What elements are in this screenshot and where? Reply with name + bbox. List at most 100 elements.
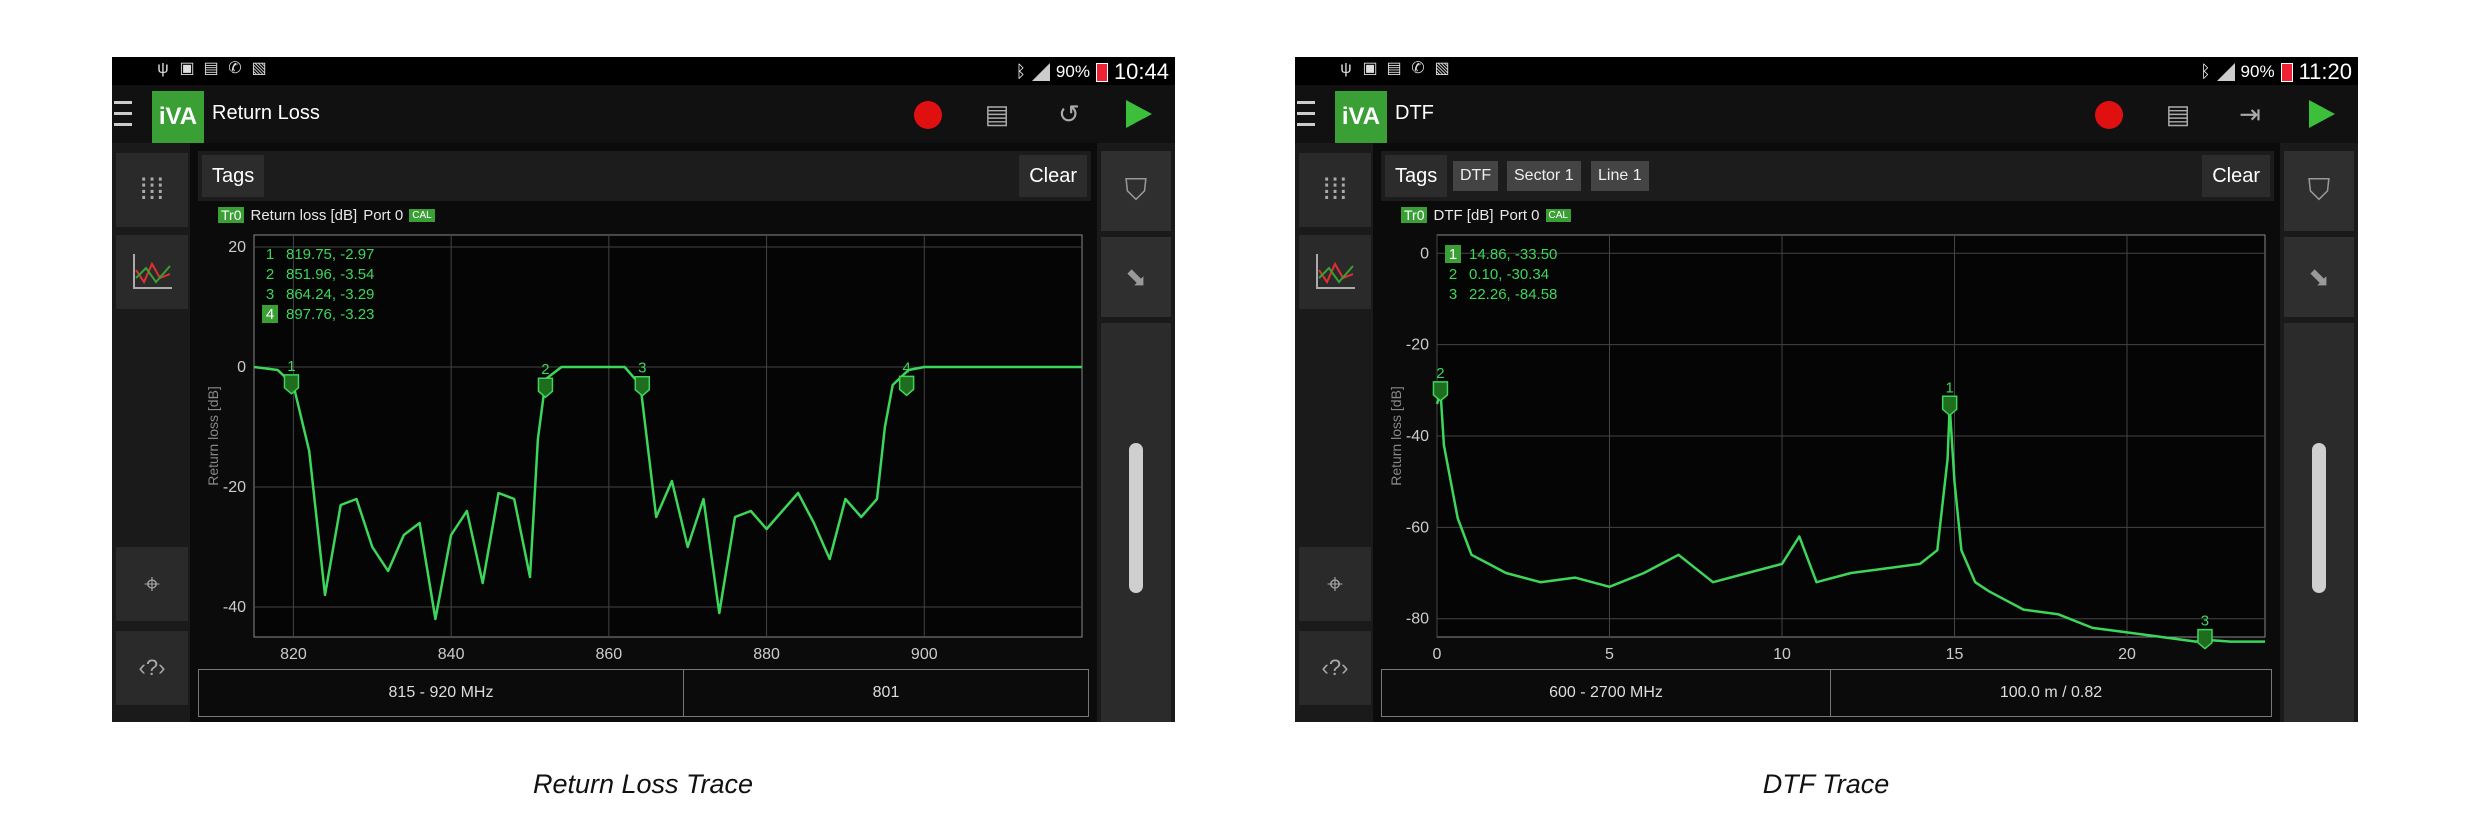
clear-button[interactable]: Clear (2202, 155, 2270, 197)
settings-bar: 815 - 920 MHz 801 (198, 669, 1089, 717)
marker-1-icon[interactable]: ⛉ (1101, 151, 1171, 231)
marker-move-icon[interactable]: ⬊ (2284, 237, 2354, 317)
plot-area[interactable]: 0 5 10 15 20 0 -20 -40 -60 -80 Return loss [dB] 1 2 3… (1377, 225, 2277, 665)
zoom-icon[interactable]: ⌖ (116, 547, 188, 621)
plot-frame (253, 234, 1083, 638)
status-bar: ψ ▣ ▤ ✆ ▧ ᛒ 90% 10:44 (112, 57, 1175, 85)
left-toolbar: ⁞⁞⁞ ⌖ ‹?› (112, 143, 190, 722)
frequency-range-button[interactable]: 815 - 920 MHz (199, 670, 684, 716)
trace-view-button[interactable] (1299, 235, 1371, 309)
marker-readout-number: 3 (1449, 286, 1457, 303)
zoom-icon[interactable]: ⌖ (1299, 547, 1371, 621)
page-title: Return Loss (212, 102, 320, 124)
y-tick-label: 20 (228, 239, 246, 256)
trace-id[interactable]: Tr0 (1401, 207, 1428, 223)
y-tick-label: -20 (223, 479, 246, 496)
distance-button[interactable]: 100.0 m / 0.82 (1831, 670, 2271, 716)
scroll-thumb[interactable] (2312, 443, 2326, 593)
x-tick-label: 15 (1946, 646, 1964, 663)
marker-readout-value: 22.26, -84.58 (1469, 286, 1557, 303)
marker-readout-value: 14.86, -33.50 (1469, 246, 1557, 263)
battery-icon (2280, 62, 2293, 82)
battery-icon (1095, 62, 1108, 82)
scrollbar[interactable] (1101, 323, 1171, 722)
port-label: Port 0 (363, 206, 404, 224)
marker-1-icon[interactable]: ⛉ (2284, 151, 2354, 231)
marker-readout-value: 897.76, -3.23 (286, 306, 374, 323)
marker-move-icon[interactable]: ⬊ (1101, 237, 1171, 317)
grid-menu-icon[interactable]: ⁞⁞⁞ (1299, 153, 1371, 227)
trace-description: Return loss [dB] (250, 206, 358, 224)
marker-label: 4 (902, 359, 910, 376)
points-button[interactable]: 801 (684, 670, 1088, 716)
signal-icon (2216, 63, 2235, 81)
x-tick-label: 10 (1773, 646, 1791, 663)
left-toolbar: ⁞⁞⁞ ⌖ ‹?› (1295, 143, 1373, 722)
scrollbar[interactable] (2284, 323, 2354, 722)
tags-button[interactable]: Tags (202, 155, 265, 197)
chart-icon (1316, 254, 1355, 289)
sd-card-icon: ▤ (1386, 60, 1402, 77)
marker-label: 2 (541, 361, 549, 378)
phone-icon: ✆ (1411, 60, 1425, 77)
record-icon[interactable] (914, 101, 942, 129)
usb-icon: ψ (157, 60, 169, 77)
x-tick-label: 0 (1433, 646, 1442, 663)
y-tick-label: -20 (1406, 337, 1429, 354)
play-icon[interactable] (1126, 100, 1152, 128)
battery-percent: 90% (2240, 62, 2275, 81)
menu-icon[interactable] (114, 101, 132, 127)
arrow-right-bar-icon[interactable]: ⇥ (2235, 99, 2265, 129)
x-tick-label: 860 (596, 646, 623, 663)
data-icon[interactable]: ▤ (982, 99, 1012, 129)
bluetooth-icon: ᛒ (1015, 62, 1026, 81)
right-toolbar: ⛉ ⬊ (2280, 143, 2358, 722)
marker-readout-number: 1 (266, 246, 274, 263)
menu-icon[interactable] (1297, 101, 1315, 127)
frequency-range-button[interactable]: 600 - 2700 MHz (1382, 670, 1831, 716)
history-icon[interactable]: ↺ (1054, 99, 1084, 129)
tag-chip-line[interactable]: Line 1 (1591, 161, 1649, 191)
usb-icon: ψ (1340, 60, 1352, 77)
app-bar: iVA DTF ▤ ⇥ (1295, 85, 2358, 143)
marker-readout-value: 864.24, -3.29 (286, 286, 374, 303)
app-bar: iVA Return Loss ▤ ↺ (112, 85, 1175, 143)
y-tick-label: 0 (237, 359, 246, 376)
tag-chip-dtf[interactable]: DTF (1453, 161, 1499, 191)
help-icon[interactable]: ‹?› (116, 631, 188, 705)
app-logo[interactable]: iVA (1335, 91, 1387, 143)
data-icon[interactable]: ▤ (2163, 99, 2193, 129)
help-icon[interactable]: ‹?› (1299, 631, 1371, 705)
app-logo[interactable]: iVA (152, 91, 204, 143)
image-icon: ▣ (179, 60, 195, 77)
clear-button[interactable]: Clear (1019, 155, 1087, 197)
marker-readout-value: 851.96, -3.54 (286, 266, 374, 283)
trace-id[interactable]: Tr0 (218, 207, 245, 223)
tag-chip-sector[interactable]: Sector 1 (1507, 161, 1581, 191)
sd-card-icon: ▤ (203, 60, 219, 77)
caption-return-loss: Return Loss Trace (532, 769, 754, 799)
signal-icon (1031, 63, 1050, 81)
marker-label: 2 (1436, 365, 1444, 382)
tags-button[interactable]: Tags (1385, 155, 1448, 197)
marker-readout-number: 1 (1449, 246, 1457, 263)
play-icon[interactable] (2309, 100, 2335, 128)
record-icon[interactable] (2095, 101, 2123, 129)
y-tick-label: -40 (1406, 428, 1429, 445)
trace-view-button[interactable] (116, 235, 188, 309)
phone-icon: ✆ (228, 60, 242, 77)
scroll-thumb[interactable] (1129, 443, 1143, 593)
marker-readout-value: 0.10, -30.34 (1469, 266, 1549, 283)
x-tick-label: 840 (438, 646, 465, 663)
status-bar: ψ ▣ ▤ ✆ ▧ ᛒ 90% 11:20 (1295, 57, 2358, 85)
image-icon: ▣ (1362, 60, 1378, 77)
battery-percent: 90% (1055, 62, 1090, 81)
x-tick-label: 820 (280, 646, 307, 663)
marker-readout-value: 819.75, -2.97 (286, 246, 374, 263)
trace-description: DTF [dB] (1433, 206, 1494, 224)
port-label: Port 0 (1499, 206, 1540, 224)
grid-menu-icon[interactable]: ⁞⁞⁞ (116, 153, 188, 227)
plot-area[interactable]: 820 840 860 880 900 20 0 -20 -40 Return loss [dB]… (194, 225, 1094, 665)
marker-readout-number: 4 (266, 306, 274, 323)
page-title: DTF (1395, 102, 1434, 124)
